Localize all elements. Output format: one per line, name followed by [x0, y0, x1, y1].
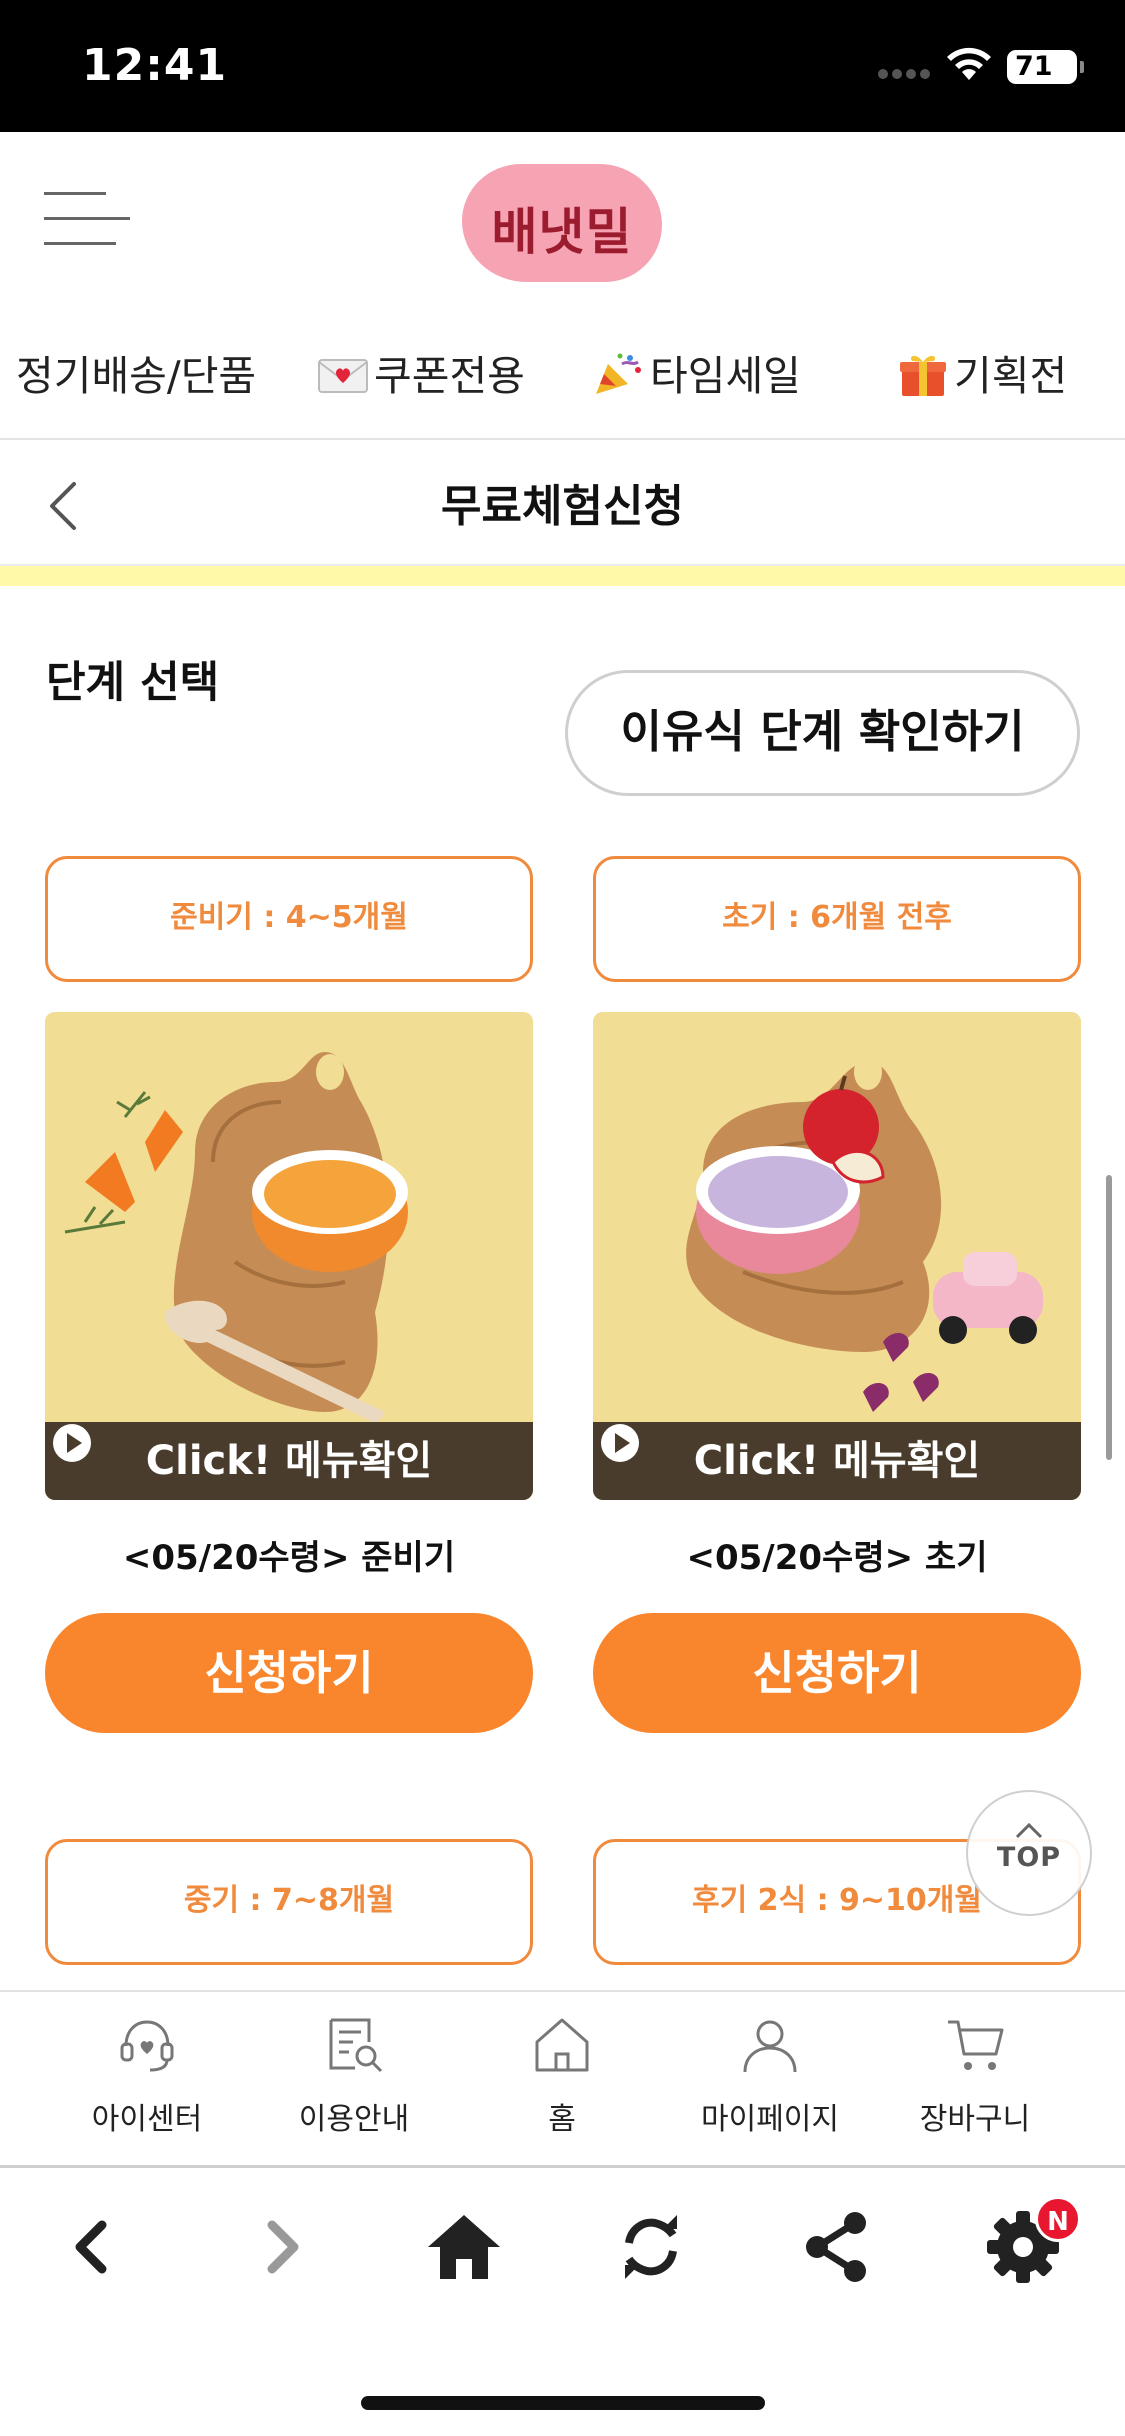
page-title-bar: 무료체험신청	[0, 442, 1125, 566]
category-coupon-only[interactable]: 쿠폰전용	[316, 342, 525, 402]
page-title: 무료체험신청	[441, 481, 684, 532]
category-label: 쿠폰전용	[374, 352, 525, 400]
nav-mypage[interactable]: 마이페이지	[680, 2012, 860, 2138]
product-name: <05/20수령> 초기	[686, 1538, 988, 1578]
stage-label: 중기 : 7~8개월	[45, 1839, 533, 1965]
house-outline-icon	[535, 2018, 589, 2072]
nav-home[interactable]: 홈	[472, 2012, 652, 2138]
product-name: <05/20수령> 준비기	[122, 1538, 456, 1578]
notification-badge: N	[1035, 2196, 1081, 2242]
nav-label: 홈	[548, 2102, 576, 2137]
back-arrow-icon[interactable]	[54, 2207, 134, 2287]
document-search-icon	[329, 2018, 383, 2073]
scroll-top-button[interactable]: TOP	[966, 1790, 1092, 1916]
play-circle-icon	[53, 1424, 91, 1462]
forward-arrow-icon[interactable]	[240, 2207, 320, 2287]
play-circle-icon	[601, 1424, 639, 1462]
gift-emoji	[900, 355, 946, 396]
party-popper-emoji	[596, 353, 641, 394]
share-icon[interactable]	[797, 2207, 877, 2287]
scroll-top-label: TOP	[996, 1842, 1062, 1873]
category-regular-delivery[interactable]: 정기배송/단품	[16, 342, 256, 402]
category-time-sale[interactable]: 타임세일	[592, 342, 801, 402]
stage-guide-button[interactable]: 이유식 단계 확인하기	[565, 670, 1080, 796]
category-nav: 정기배송/단품 쿠폰전용 타임세일 기획전	[0, 300, 1125, 440]
stage-label: 초기 : 6개월 전후	[593, 856, 1081, 982]
hamburger-icon[interactable]	[44, 192, 130, 248]
menu-check-label: Click! 메뉴확인	[145, 1438, 433, 1484]
brand-logo[interactable]: 배냇밀	[462, 164, 662, 282]
chevron-up-icon	[1015, 1822, 1043, 1839]
nav-customer-center[interactable]: 아이센터	[57, 2012, 237, 2138]
home-indicator	[361, 2396, 765, 2410]
category-label: 정기배송/단품	[16, 352, 257, 400]
status-time: 12:41	[82, 40, 228, 91]
step-heading: 단계 선택	[46, 658, 220, 708]
nav-label: 아이센터	[91, 2102, 203, 2137]
battery-icon: 71	[1007, 50, 1084, 84]
category-label: 기획전	[954, 352, 1068, 400]
notice-strip	[0, 566, 1125, 586]
nav-label: 이용안내	[298, 2102, 410, 2137]
bottom-nav: 아이센터 이용안내 홈 마이페이지 장바구니	[0, 1990, 1125, 2168]
cellular-signal-icon	[878, 64, 934, 79]
nav-label: 장바구니	[919, 2102, 1031, 2137]
status-bar: 12:41 71	[0, 0, 1125, 132]
stage-label: 준비기 : 4~5개월	[45, 856, 533, 982]
menu-check-bar: Click! 메뉴확인	[45, 1422, 533, 1500]
headset-heart-icon	[120, 2020, 174, 2072]
menu-check-bar: Click! 메뉴확인	[593, 1422, 1081, 1500]
wifi-icon	[947, 47, 991, 80]
apply-button[interactable]: 신청하기	[45, 1613, 533, 1733]
logo-text: 배냇밀	[491, 203, 633, 261]
nav-label: 마이페이지	[701, 2102, 839, 2137]
home-icon[interactable]	[424, 2207, 504, 2287]
category-label: 타임세일	[650, 352, 801, 400]
refresh-icon[interactable]	[611, 2207, 691, 2287]
browser-toolbar	[0, 2171, 1125, 2321]
category-promotions[interactable]: 기획전	[896, 342, 1067, 402]
nav-cart[interactable]: 장바구니	[885, 2012, 1065, 2138]
apply-button[interactable]: 신청하기	[593, 1613, 1081, 1733]
nav-guide[interactable]: 이용안내	[264, 2012, 444, 2138]
product-image[interactable]: Click! 메뉴확인	[593, 1012, 1081, 1500]
person-icon	[743, 2020, 797, 2073]
app-header: 배냇밀	[0, 132, 1125, 300]
cart-icon	[948, 2020, 1004, 2070]
love-letter-emoji	[318, 359, 368, 393]
scrollbar[interactable]	[1106, 1175, 1112, 1460]
menu-check-label: Click! 메뉴확인	[693, 1438, 981, 1484]
product-image[interactable]: Click! 메뉴확인	[45, 1012, 533, 1500]
